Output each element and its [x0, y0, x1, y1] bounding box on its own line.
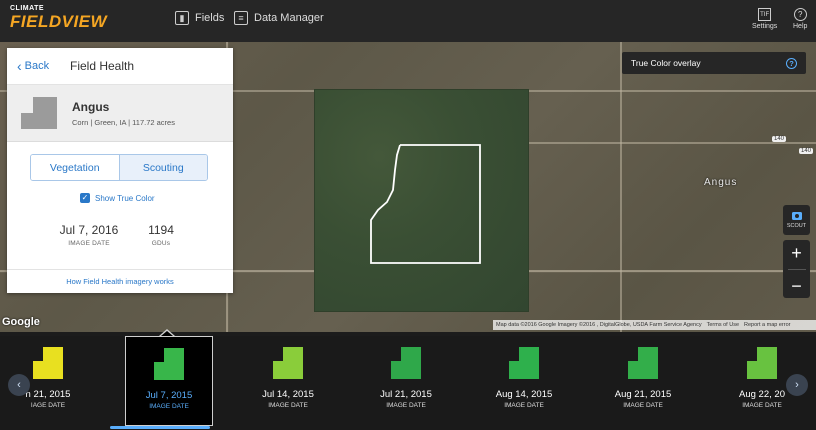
timeline-date-label: IMAGE DATE — [623, 402, 663, 409]
google-logo: Google — [2, 316, 40, 328]
settings-button[interactable]: TIF Settings — [752, 8, 777, 30]
timeline-date-label: IMAGE DATE — [386, 402, 426, 409]
map-road — [529, 142, 816, 144]
image-date-stat: Jul 7, 2016 IMAGE DATE — [51, 223, 127, 247]
timeline-date: Aug 14, 2015 — [495, 389, 553, 400]
map-attribution: Map data ©2016 Google Imagery ©2016 , Di… — [493, 320, 816, 330]
overlay-label: True Color overlay — [631, 58, 701, 68]
nav-fields-label: Fields — [195, 12, 225, 24]
highway-shield: 140 — [799, 148, 814, 154]
nav-fields[interactable]: ▮ Fields — [175, 11, 224, 25]
timeline-date: Jul 7, 2015 — [145, 390, 193, 401]
field-thumbnail — [628, 347, 658, 379]
timeline-date: Aug 22, 20 — [739, 389, 785, 400]
field-thumbnail — [33, 347, 63, 379]
image-date-value: Jul 7, 2016 — [59, 223, 119, 237]
settings-label: Settings — [752, 23, 778, 30]
back-button[interactable]: ‹ Back — [7, 59, 70, 73]
highway-shield: 140 — [772, 136, 787, 142]
timeline-date-label: IMAGE DATE — [149, 403, 189, 410]
top-bar: CLIMATE FIELDVIEW ▮ Fields ≡ Data Manage… — [0, 0, 816, 42]
scout-label: SCOUT — [786, 222, 807, 229]
fieldview-logo[interactable]: CLIMATE FIELDVIEW — [10, 5, 110, 35]
tab-vegetation[interactable]: Vegetation — [31, 155, 119, 180]
overlay-help-icon[interactable]: ? — [786, 57, 797, 69]
field-details: Corn | Green, IA | 117.72 acres — [72, 117, 175, 127]
report-link[interactable]: Report a map error — [744, 322, 790, 328]
gdu-label: GDUs — [151, 240, 171, 247]
timeline-date: Aug 21, 2015 — [614, 389, 672, 400]
field-boundary — [370, 144, 481, 264]
zoom-in-button[interactable]: + — [791, 244, 802, 262]
imagery-help-link[interactable]: How Field Health imagery works — [7, 269, 233, 293]
tab-scouting[interactable]: Scouting — [118, 155, 207, 180]
timeline-date-label: IMAGE DATE — [504, 402, 544, 409]
timeline-item[interactable]: Aug 14, 2015 IMAGE DATE — [480, 336, 568, 426]
logo-big-text: FIELDVIEW — [10, 12, 108, 31]
field-name: Angus — [72, 99, 110, 114]
field-thumbnail — [747, 347, 777, 379]
field-thumbnail — [154, 348, 184, 380]
image-timeline: n 21, 2015 IAGE DATE Jul 7, 2015 IMAGE DATE… — [0, 336, 816, 430]
timeline-date: n 21, 2015 — [25, 389, 71, 400]
timeline-date: Jul 21, 2015 — [380, 389, 432, 400]
chevron-left-icon: ‹ — [17, 58, 22, 74]
nav-data-manager[interactable]: ≡ Data Manager — [234, 11, 324, 25]
back-label: Back — [24, 60, 50, 72]
checkbox-checked-icon[interactable]: ✓ — [80, 193, 90, 203]
zoom-control: + − — [783, 240, 810, 298]
timeline-prev-button[interactable]: ‹ — [8, 374, 30, 396]
nav-data-manager-label: Data Manager — [254, 12, 324, 24]
timeline-item[interactable]: Jul 21, 2015 IMAGE DATE — [362, 336, 450, 426]
attribution-text: Map data ©2016 Google Imagery ©2016 , Di… — [496, 322, 702, 328]
panel-title: Field Health — [70, 59, 135, 73]
timeline-next-button[interactable]: › — [786, 374, 808, 396]
timeline-item[interactable]: Aug 21, 2015 IMAGE DATE — [599, 336, 687, 426]
gdu-stat: 1194 GDUs — [141, 223, 181, 247]
camera-icon — [791, 211, 802, 220]
field-health-panel: ‹ Back Field Health Angus Corn | Green, … — [7, 48, 233, 293]
scout-button[interactable]: SCOUT — [783, 205, 810, 235]
help-label: Help — [793, 23, 808, 30]
field-card[interactable]: Angus Corn | Green, IA | 117.72 acres — [7, 85, 233, 142]
timeline-item[interactable]: Jul 14, 2015 IMAGE DATE — [244, 336, 332, 426]
map-road — [620, 42, 622, 332]
panel-header: ‹ Back Field Health — [7, 48, 233, 85]
help-icon: ? — [793, 8, 807, 21]
data-manager-icon: ≡ — [234, 11, 248, 25]
field-imagery[interactable] — [314, 89, 529, 312]
timeline-date: Jul 14, 2015 — [262, 389, 314, 400]
image-date-label: IMAGE DATE — [68, 240, 110, 247]
field-shape-icon — [21, 97, 57, 129]
timeline-item[interactable]: Jul 7, 2015 IMAGE DATE — [125, 336, 213, 426]
zoom-divider — [787, 268, 806, 270]
field-thumbnail — [391, 347, 421, 379]
terms-link[interactable]: Terms of Use — [707, 322, 739, 328]
timeline-scrollbar[interactable] — [110, 426, 210, 429]
zoom-out-button[interactable]: − — [791, 277, 802, 295]
timeline-date-label: IMAGE DATE — [742, 402, 782, 409]
timeline-date-label: IAGE DATE — [30, 402, 66, 409]
settings-icon: TIF — [758, 8, 772, 21]
true-color-overlay-bar[interactable]: True Color overlay ? — [622, 52, 806, 74]
show-true-color-label: Show True Color — [95, 193, 155, 203]
town-label: Angus — [704, 177, 738, 188]
fields-icon: ▮ — [175, 11, 189, 25]
gdu-value: 1194 — [148, 223, 174, 237]
help-button[interactable]: ? Help — [793, 8, 807, 30]
timeline-date-label: IMAGE DATE — [268, 402, 308, 409]
show-true-color-toggle[interactable]: ✓ Show True Color — [80, 193, 155, 203]
view-toggle: Vegetation Scouting — [30, 154, 208, 181]
field-thumbnail — [273, 347, 303, 379]
field-thumbnail — [509, 347, 539, 379]
